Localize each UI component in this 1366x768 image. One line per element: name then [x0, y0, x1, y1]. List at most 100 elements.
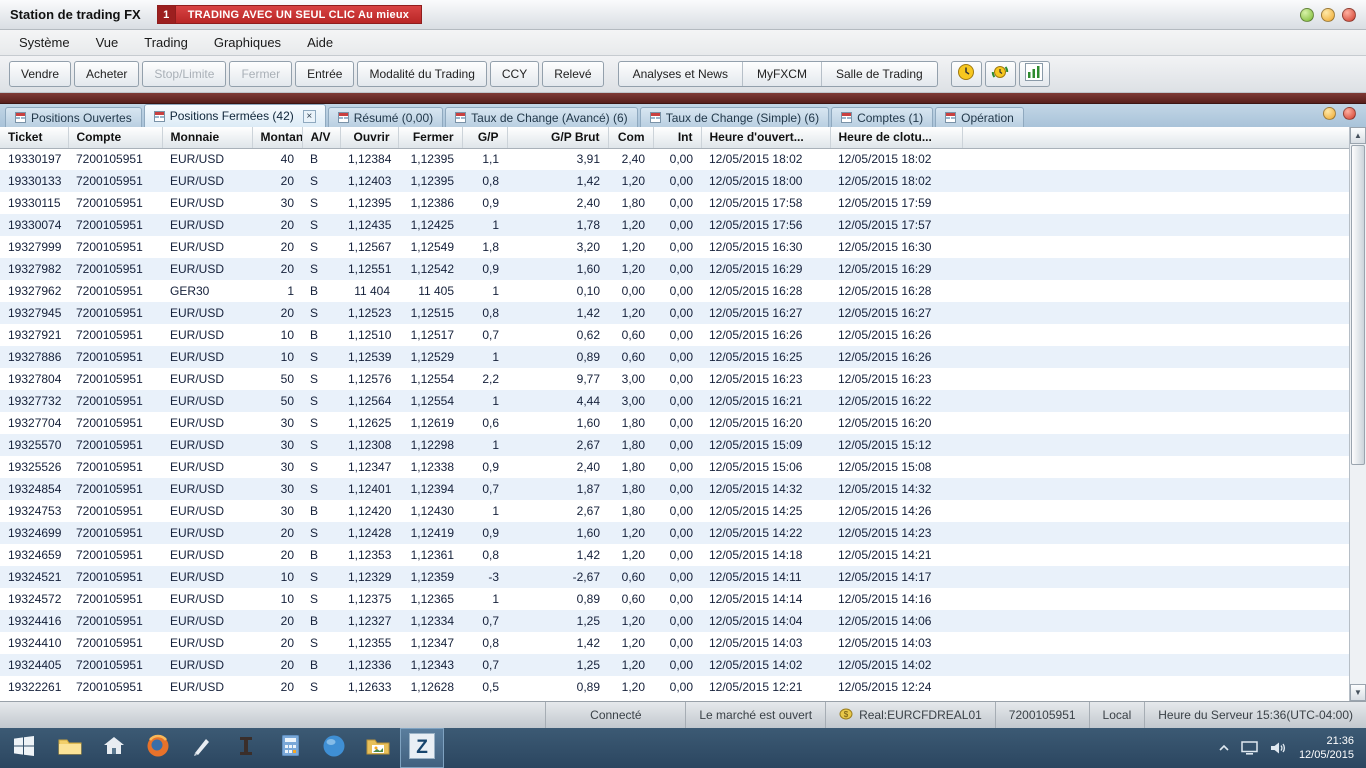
table-cell[interactable]: 12/05/2015 16:28	[830, 280, 962, 302]
table-cell[interactable]: 0,8	[462, 302, 507, 324]
table-cell[interactable]: 19324405	[0, 654, 68, 676]
menu-aide[interactable]: Aide	[294, 31, 346, 54]
table-cell[interactable]: 12/05/2015 14:11	[701, 566, 830, 588]
table-cell[interactable]: 0,60	[608, 588, 653, 610]
table-cell[interactable]: 1,12336	[340, 654, 398, 676]
table-cell[interactable]: 1,12510	[340, 324, 398, 346]
table-cell[interactable]: 1,12425	[398, 214, 462, 236]
table-cell[interactable]: 3,20	[507, 236, 608, 258]
table-cell[interactable]: 1,12517	[398, 324, 462, 346]
table-cell[interactable]: 19327999	[0, 236, 68, 258]
table-cell[interactable]: 1,80	[608, 434, 653, 456]
table-cell[interactable]: 1	[462, 346, 507, 368]
table-cell[interactable]: 1,80	[608, 192, 653, 214]
table-cell[interactable]: 0,00	[653, 676, 701, 698]
table-cell[interactable]: 12/05/2015 14:18	[701, 544, 830, 566]
table-cell[interactable]: 1,12529	[398, 346, 462, 368]
table-cell[interactable]: 12/05/2015 16:26	[701, 324, 830, 346]
table-cell[interactable]: S	[302, 258, 340, 280]
table-cell[interactable]: 1,12549	[398, 236, 462, 258]
table-cell[interactable]: 1	[462, 214, 507, 236]
column-header-monnaie[interactable]: Monnaie	[162, 127, 252, 148]
table-cell[interactable]: 7200105951	[68, 390, 162, 412]
table-cell[interactable]: 20	[252, 544, 302, 566]
table-cell[interactable]: B	[302, 544, 340, 566]
table-cell[interactable]: EUR/USD	[162, 170, 252, 192]
table-cell[interactable]: 1,42	[507, 302, 608, 324]
table-cell[interactable]: 1,80	[608, 456, 653, 478]
table-cell[interactable]: 0,9	[462, 192, 507, 214]
table-cell[interactable]: 12/05/2015 14:04	[701, 610, 830, 632]
taskbar-app-home[interactable]	[92, 728, 136, 768]
table-cell[interactable]: S	[302, 368, 340, 390]
table-cell[interactable]: 3,00	[608, 390, 653, 412]
table-cell[interactable]: EUR/USD	[162, 258, 252, 280]
table-cell[interactable]: 19324572	[0, 588, 68, 610]
table-cell[interactable]: 2,2	[462, 368, 507, 390]
table-cell[interactable]: 10	[252, 588, 302, 610]
table-cell[interactable]: 2,40	[507, 456, 608, 478]
table-cell[interactable]: 0,6	[462, 412, 507, 434]
table-cell[interactable]: S	[302, 478, 340, 500]
table-cell[interactable]: 1,42	[507, 170, 608, 192]
display-tray-icon[interactable]	[1241, 741, 1258, 755]
table-cell[interactable]: EUR/USD	[162, 302, 252, 324]
table-cell[interactable]: S	[302, 390, 340, 412]
column-header-int[interactable]: Int	[653, 127, 701, 148]
table-cell[interactable]: 1,20	[608, 654, 653, 676]
taskbar-app-notes[interactable]	[180, 728, 224, 768]
table-cell[interactable]: B	[302, 280, 340, 302]
table-cell[interactable]: 12/05/2015 15:06	[701, 456, 830, 478]
table-cell[interactable]: 19324699	[0, 522, 68, 544]
table-cell[interactable]: S	[302, 522, 340, 544]
table-cell[interactable]: 12/05/2015 16:25	[701, 346, 830, 368]
toolbar-link-myfxcm[interactable]: MyFXCM	[743, 62, 822, 86]
table-cell[interactable]: EUR/USD	[162, 412, 252, 434]
table-cell[interactable]: 19327962	[0, 280, 68, 302]
table-cell[interactable]: 0,00	[653, 280, 701, 302]
table-cell[interactable]: 7200105951	[68, 192, 162, 214]
table-row[interactable]: 193277327200105951EUR/USD50S1,125641,125…	[0, 390, 1349, 412]
column-header-a-v[interactable]: A/V	[302, 127, 340, 148]
tab-taux-de-change-avanc-6[interactable]: Taux de Change (Avancé) (6)	[445, 107, 638, 127]
table-cell[interactable]: 12/05/2015 17:58	[701, 192, 830, 214]
table-cell[interactable]: 0,00	[653, 632, 701, 654]
taskbar-app-calculator[interactable]	[268, 728, 312, 768]
table-cell[interactable]: 0,00	[653, 434, 701, 456]
table-cell[interactable]: 7200105951	[68, 456, 162, 478]
table-cell[interactable]: 1,12355	[340, 632, 398, 654]
taskbar-app-firefox[interactable]	[136, 728, 180, 768]
table-cell[interactable]: 7200105951	[68, 588, 162, 610]
toolbar-link-salle-de-trading[interactable]: Salle de Trading	[822, 62, 937, 86]
table-cell[interactable]: 1,12298	[398, 434, 462, 456]
table-cell[interactable]: 0,7	[462, 610, 507, 632]
table-cell[interactable]: 1	[462, 588, 507, 610]
table-cell[interactable]: 12/05/2015 14:02	[830, 654, 962, 676]
table-cell[interactable]: 12/05/2015 16:27	[701, 302, 830, 324]
table-cell[interactable]: 7200105951	[68, 500, 162, 522]
table-row[interactable]: 193279827200105951EUR/USD20S1,125511,125…	[0, 258, 1349, 280]
one-click-trading-banner[interactable]: 1 TRADING AVEC UN SEUL CLIC Au mieux	[157, 5, 422, 24]
table-cell[interactable]: 19325570	[0, 434, 68, 456]
table-cell[interactable]: 1,12554	[398, 390, 462, 412]
table-cell[interactable]: 0,00	[653, 170, 701, 192]
table-cell[interactable]: 0,8	[462, 170, 507, 192]
table-cell[interactable]: 1	[462, 280, 507, 302]
table-cell[interactable]: 1,12365	[398, 588, 462, 610]
table-cell[interactable]: 1,20	[608, 302, 653, 324]
tab-positions-ferm-es-42[interactable]: Positions Fermées (42)×	[144, 104, 326, 127]
table-cell[interactable]: EUR/USD	[162, 456, 252, 478]
menu-graphiques[interactable]: Graphiques	[201, 31, 294, 54]
refresh-time-button[interactable]	[985, 61, 1016, 87]
table-cell[interactable]: 19324416	[0, 610, 68, 632]
table-cell[interactable]: 30	[252, 456, 302, 478]
table-cell[interactable]: 12/05/2015 14:03	[830, 632, 962, 654]
table-cell[interactable]: 1,25	[507, 610, 608, 632]
table-cell[interactable]: 19322261	[0, 676, 68, 698]
table-cell[interactable]: EUR/USD	[162, 500, 252, 522]
tab-r-sum-0-00[interactable]: Résumé (0,00)	[328, 107, 443, 127]
table-cell[interactable]: B	[302, 148, 340, 170]
table-cell[interactable]: 1,12419	[398, 522, 462, 544]
table-cell[interactable]: 1,80	[608, 478, 653, 500]
table-row[interactable]: 193301337200105951EUR/USD20S1,124031,123…	[0, 170, 1349, 192]
